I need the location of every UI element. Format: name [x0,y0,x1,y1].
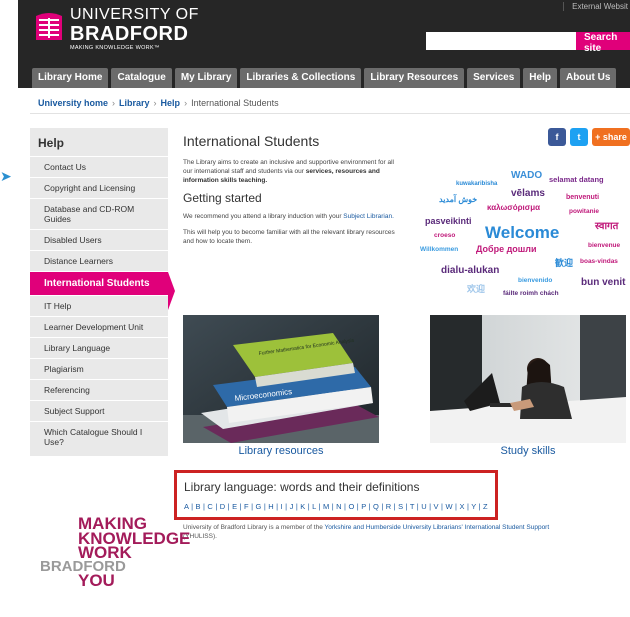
cloud-word: bienvenue [588,242,621,249]
sidebar-item-international-students[interactable]: International Students [30,271,175,310]
sidebar-item-which-catalogue[interactable]: Which Catalogue Should I Use? [30,421,168,452]
membership-text: University of Bradford Library is a memb… [183,524,325,531]
sidebar-item-disabled-users[interactable]: Disabled Users [30,229,168,250]
library-language-box: Library language: words and their defini… [174,470,498,520]
cloud-word: boas-vindas [580,258,618,265]
study-skills-link[interactable]: Study skills [430,445,626,457]
library-language-heading: Library language: words and their defini… [184,480,420,494]
breadcrumb-separator: › [112,98,116,108]
sidebar-item-distance-learners[interactable]: Distance Learners [30,250,168,271]
breadcrumb-university-home[interactable]: University home [38,98,108,108]
nav-tab-about-us[interactable]: About Us [559,68,617,88]
sidebar-item-it-help[interactable]: IT Help [30,295,168,316]
cloud-word: 欢迎 [467,284,486,294]
nav-tab-library-resources[interactable]: Library Resources [364,68,465,88]
search-button[interactable]: Search site [576,32,630,54]
main-navigation: Library Home Catalogue My Library Librar… [18,64,630,88]
cloud-word: croeso [434,232,456,239]
yhuliss-link[interactable]: Yorkshire and Humberside University Libr… [325,524,550,531]
library-resources-link[interactable]: Library resources [183,445,379,457]
pointer-arrow-icon: ➤ [0,168,12,184]
help-sidebar: Help Contact Us Copyright and Licensing … [30,128,175,456]
logo-tagline: MAKING KNOWLEDGE WORK™ [70,45,160,51]
familiar-paragraph: This will help you to become familiar wi… [183,229,395,245]
induction-paragraph: We recommend you attend a library induct… [183,212,398,221]
breadcrumb-help[interactable]: Help [161,98,181,108]
sidebar-item-learner-development[interactable]: Learner Development Unit [30,316,168,337]
cloud-word: selamat datang [549,175,604,184]
study-skills-tile[interactable]: Study skills [430,315,626,463]
university-logo[interactable]: UNIVERSITY OF BRADFORD MAKING KNOWLEDGE … [70,7,199,52]
site-header: UNIVERSITY OF BRADFORD MAKING KNOWLEDGE … [18,0,630,64]
subject-librarian-link[interactable]: Subject Librarian. [343,213,394,220]
nav-tab-help[interactable]: Help [523,68,557,88]
cloud-word: dialu-alukan [441,265,500,276]
sidebar-item-contact-us[interactable]: Contact Us [30,156,168,177]
breadcrumb-library[interactable]: Library [119,98,150,108]
breadcrumb-current: International Students [191,98,279,108]
making-knowledge-work-logo: MAKING KNOWLEDGE WORK BRADFORD YOU [40,515,190,599]
cloud-word: 歓迎 [555,258,574,268]
external-websites-link[interactable]: External Websit [563,2,628,11]
logo-word: YOU [78,570,115,590]
nav-tab-library-home[interactable]: Library Home [32,68,109,88]
cloud-word: Добре дошли [476,244,537,254]
sidebar-item-copyright[interactable]: Copyright and Licensing [30,177,168,198]
sidebar-item-database-guides[interactable]: Database and CD-ROM Guides [30,198,168,229]
induction-text: We recommend you attend a library induct… [183,213,344,220]
twitter-icon[interactable]: t [570,128,588,146]
books-image[interactable]: Further Mathematics for Economic Analysi… [183,315,379,443]
sidebar-item-library-language[interactable]: Library Language [30,337,168,358]
facebook-icon[interactable]: f [548,128,566,146]
share-button[interactable]: + share [592,128,630,146]
sidebar-item-referencing[interactable]: Referencing [30,379,168,400]
cloud-word: καλωσόρισμα [487,203,541,212]
cloud-word: Willkommen [420,246,459,253]
cloud-word: bienvenido [518,277,553,284]
cloud-word: bun venit [581,277,626,288]
cloud-word: Welcome [485,223,560,242]
breadcrumb: University home › Library › Help › Internation… [30,92,630,114]
cloud-word: powitanie [569,208,599,215]
a-z-glossary-links[interactable]: A | B | C | D | E | F | G | H | I | J | … [184,502,489,511]
sidebar-item-plagiarism[interactable]: Plagiarism [30,358,168,379]
logo-line-1: UNIVERSITY OF [70,6,199,23]
university-crest-icon[interactable] [34,10,64,42]
nav-tab-services[interactable]: Services [467,68,521,88]
cloud-word: خوش آمدید [439,195,478,204]
membership-note: University of Bradford Library is a memb… [183,523,583,541]
share-bar: f t + share [548,128,630,146]
nav-tab-libraries-collections[interactable]: Libraries & Collections [240,68,362,88]
nav-tab-my-library[interactable]: My Library [174,68,238,88]
sidebar-heading: Help [38,136,65,150]
intro-paragraph: The Library aims to create an inclusive … [183,158,398,185]
sidebar-item-subject-support[interactable]: Subject Support [30,400,168,421]
logo-line-2: BRADFORD [70,23,189,45]
cloud-word: benvenuti [566,194,600,201]
cloud-word: fáilte roimh chách [503,290,559,297]
welcome-word-cloud: WADO selamat datang kuwakaribisha vēlams… [420,166,630,306]
main-content: f t + share International Students The L… [183,128,630,457]
cloud-word: vēlams [511,188,545,199]
student-laptop-image[interactable] [430,315,626,443]
search-input[interactable] [426,32,576,50]
breadcrumb-separator: › [184,98,188,108]
cloud-word: pasveikinti [425,216,472,226]
cloud-word: स्वागत [595,221,619,232]
breadcrumb-separator: › [153,98,157,108]
cloud-word: kuwakaribisha [456,181,498,187]
library-resources-tile[interactable]: Further Mathematics for Economic Analysi… [183,315,379,463]
cloud-word: WADO [511,170,543,181]
nav-tab-catalogue[interactable]: Catalogue [111,68,172,88]
